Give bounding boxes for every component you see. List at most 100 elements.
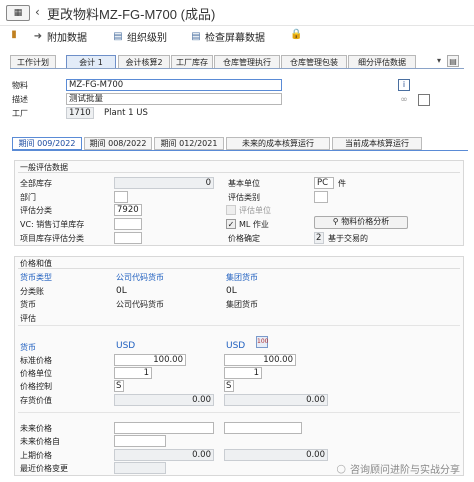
vc-sales-order-label: VC: 销售订单库存 — [20, 220, 85, 229]
price-control-company-field[interactable]: S — [114, 380, 124, 392]
previous-price-company-field: 0.00 — [114, 449, 214, 461]
project-stock-label: 项目库存评估分类 — [20, 234, 84, 243]
project-stock-field[interactable] — [114, 232, 142, 244]
search-icon: ⚲ — [332, 217, 339, 226]
division-label: 部门 — [20, 193, 36, 202]
material-field[interactable]: MZ-FG-M700 — [66, 79, 282, 91]
future-price-company-field[interactable] — [114, 422, 214, 434]
description-field[interactable]: 测试批量 — [66, 93, 282, 105]
org-hierarchy-icon: ▤ — [113, 30, 123, 42]
valuation-divider — [18, 325, 460, 326]
switch-view-button[interactable]: ▮ — [8, 29, 20, 41]
arrow-right-icon: ➜ — [33, 30, 43, 42]
info-icon[interactable]: i — [398, 79, 410, 91]
valuation-type-label: 评估类别 — [228, 193, 260, 202]
ledger-label: 分类账 — [20, 287, 44, 296]
watermark: ○ 咨询顾问进阶与实战分享 — [336, 461, 460, 476]
currency2-group: USD — [226, 341, 246, 351]
valuation-type-field[interactable] — [314, 191, 328, 203]
price-unit-company-field[interactable]: 1 — [114, 367, 152, 379]
description-label: 描述 — [12, 95, 28, 104]
tab-current-costing[interactable]: 当前成本核算运行 — [332, 137, 422, 150]
tab-wm-packaging[interactable]: 仓库管理包装 — [281, 55, 347, 69]
price-control-label: 价格控制 — [20, 382, 52, 391]
base-unit-label: 基本单位 — [228, 179, 260, 188]
inventory-value-group-field: 0.00 — [224, 394, 328, 406]
future-price-from-field[interactable] — [114, 435, 166, 447]
material-price-analysis-label: 物料价格分析 — [341, 217, 390, 226]
currency-type-company: 公司代码货币 — [116, 273, 164, 282]
previous-price-group-field: 0.00 — [224, 449, 328, 461]
tab-nav-dropdown-icon[interactable]: ▾ — [433, 55, 445, 67]
ml-act-label: ML 作业 — [239, 220, 269, 229]
plant-field: 1710 — [66, 107, 94, 119]
ledger-group: 0L — [226, 286, 237, 296]
valuation-class-label: 评估分类 — [20, 206, 52, 215]
last-price-change-field — [114, 462, 166, 474]
material-price-analysis-button[interactable]: ⚲ 物料价格分析 — [314, 216, 408, 229]
currency2-company: USD — [116, 341, 136, 351]
tab-period-current-label: 期间 009/2022 — [18, 139, 76, 148]
calendar-icon[interactable]: 100 — [256, 336, 268, 348]
standard-price-company-field[interactable]: 100.00 — [114, 354, 186, 366]
currency-type-label: 货币类型 — [20, 273, 52, 282]
valuation-unit-checkbox[interactable] — [226, 205, 236, 218]
ml-act-checkbox[interactable]: ✓ — [226, 219, 236, 229]
tab-period-last-fiscal[interactable]: 期间 012/2021 — [154, 137, 224, 150]
tab-overview-icon[interactable]: ▤ — [447, 55, 459, 67]
back-chevron-icon[interactable]: ‹ — [35, 5, 40, 19]
future-price-group-field[interactable] — [224, 422, 302, 434]
tab-period-current[interactable]: 期间 009/2022 — [12, 137, 82, 150]
price-control-group-field[interactable]: S — [224, 380, 234, 392]
switch-view-icon: ▮ — [11, 29, 17, 40]
tab-work-scheduling[interactable]: 工作计划 — [10, 55, 56, 69]
currency2-label: 货币 — [20, 343, 36, 352]
price-determination-field: 2 — [314, 232, 324, 244]
plant-label: 工厂 — [12, 109, 28, 118]
price-unit-label: 价格单位 — [20, 369, 52, 378]
base-unit-field[interactable]: PC — [314, 177, 334, 189]
ledger-company: 0L — [116, 286, 127, 296]
valuation-class-field[interactable]: 7920 — [114, 204, 142, 216]
prices-values-group — [14, 256, 464, 476]
tab-plant-stock[interactable]: 工厂库存 — [171, 55, 213, 69]
watermark-text: 咨询顾问进阶与实战分享 — [350, 465, 460, 476]
price-determination-label: 价格确定 — [228, 234, 260, 243]
previous-price-label: 上期价格 — [20, 451, 52, 460]
tab-future-costing[interactable]: 未来的成本核算运行 — [226, 137, 330, 150]
group-divider — [18, 172, 460, 173]
glasses-icon[interactable]: ∞ — [398, 94, 410, 106]
window-title: 更改物料MZ-FG-M700 (成品) — [47, 7, 216, 22]
division-field[interactable] — [114, 191, 128, 203]
total-stock-label: 全部库存 — [20, 179, 52, 188]
transaction-menu-icon[interactable]: ▦ — [6, 5, 30, 21]
check-data-icon: ▤ — [191, 30, 201, 42]
currency-company: 公司代码货币 — [116, 300, 164, 309]
lock-icon: 🔒 — [290, 29, 303, 40]
tab-period-previous[interactable]: 期间 008/2022 — [84, 137, 152, 150]
tab-accounting-1[interactable]: 会计 1 — [66, 55, 116, 69]
last-price-change-label: 最近价格变更 — [20, 464, 68, 473]
tab-costing-2[interactable]: 会计核算2 — [118, 55, 170, 69]
future-price-from-label: 未来价格自 — [20, 437, 60, 446]
standard-price-label: 标准价格 — [20, 356, 52, 365]
vc-sales-order-field[interactable] — [114, 218, 142, 230]
tab-underline — [10, 68, 464, 69]
currency-label: 货币 — [20, 300, 36, 309]
valuation-unit-checkbox-box — [226, 205, 236, 215]
lock-button[interactable]: 🔒 — [290, 29, 302, 41]
price-unit-group-field[interactable]: 1 — [224, 367, 262, 379]
org-levels-label: 组织级别 — [127, 33, 167, 44]
view-tab-strip: 工作计划 会计 1 会计核算2 工厂库存 仓库管理执行 仓库管理包装 细分评估数… — [10, 55, 464, 69]
standard-price-group-field[interactable]: 100.00 — [224, 354, 296, 366]
additional-data-button[interactable]: ➜ 附加数据 — [32, 29, 87, 45]
prices-divider — [18, 268, 460, 269]
tab-wm-execution[interactable]: 仓库管理执行 — [214, 55, 280, 69]
base-unit-text: 件 — [338, 179, 346, 188]
org-levels-button[interactable]: ▤ 组织级别 — [112, 29, 167, 45]
tab-split-valuation[interactable]: 细分评估数据 — [348, 55, 416, 69]
material-label: 物料 — [12, 81, 28, 90]
document-icon[interactable] — [418, 94, 430, 106]
check-screen-data-button[interactable]: ▤ 检查屏幕数据 — [190, 29, 265, 45]
price-determination-text: 基于交易的 — [328, 234, 368, 243]
